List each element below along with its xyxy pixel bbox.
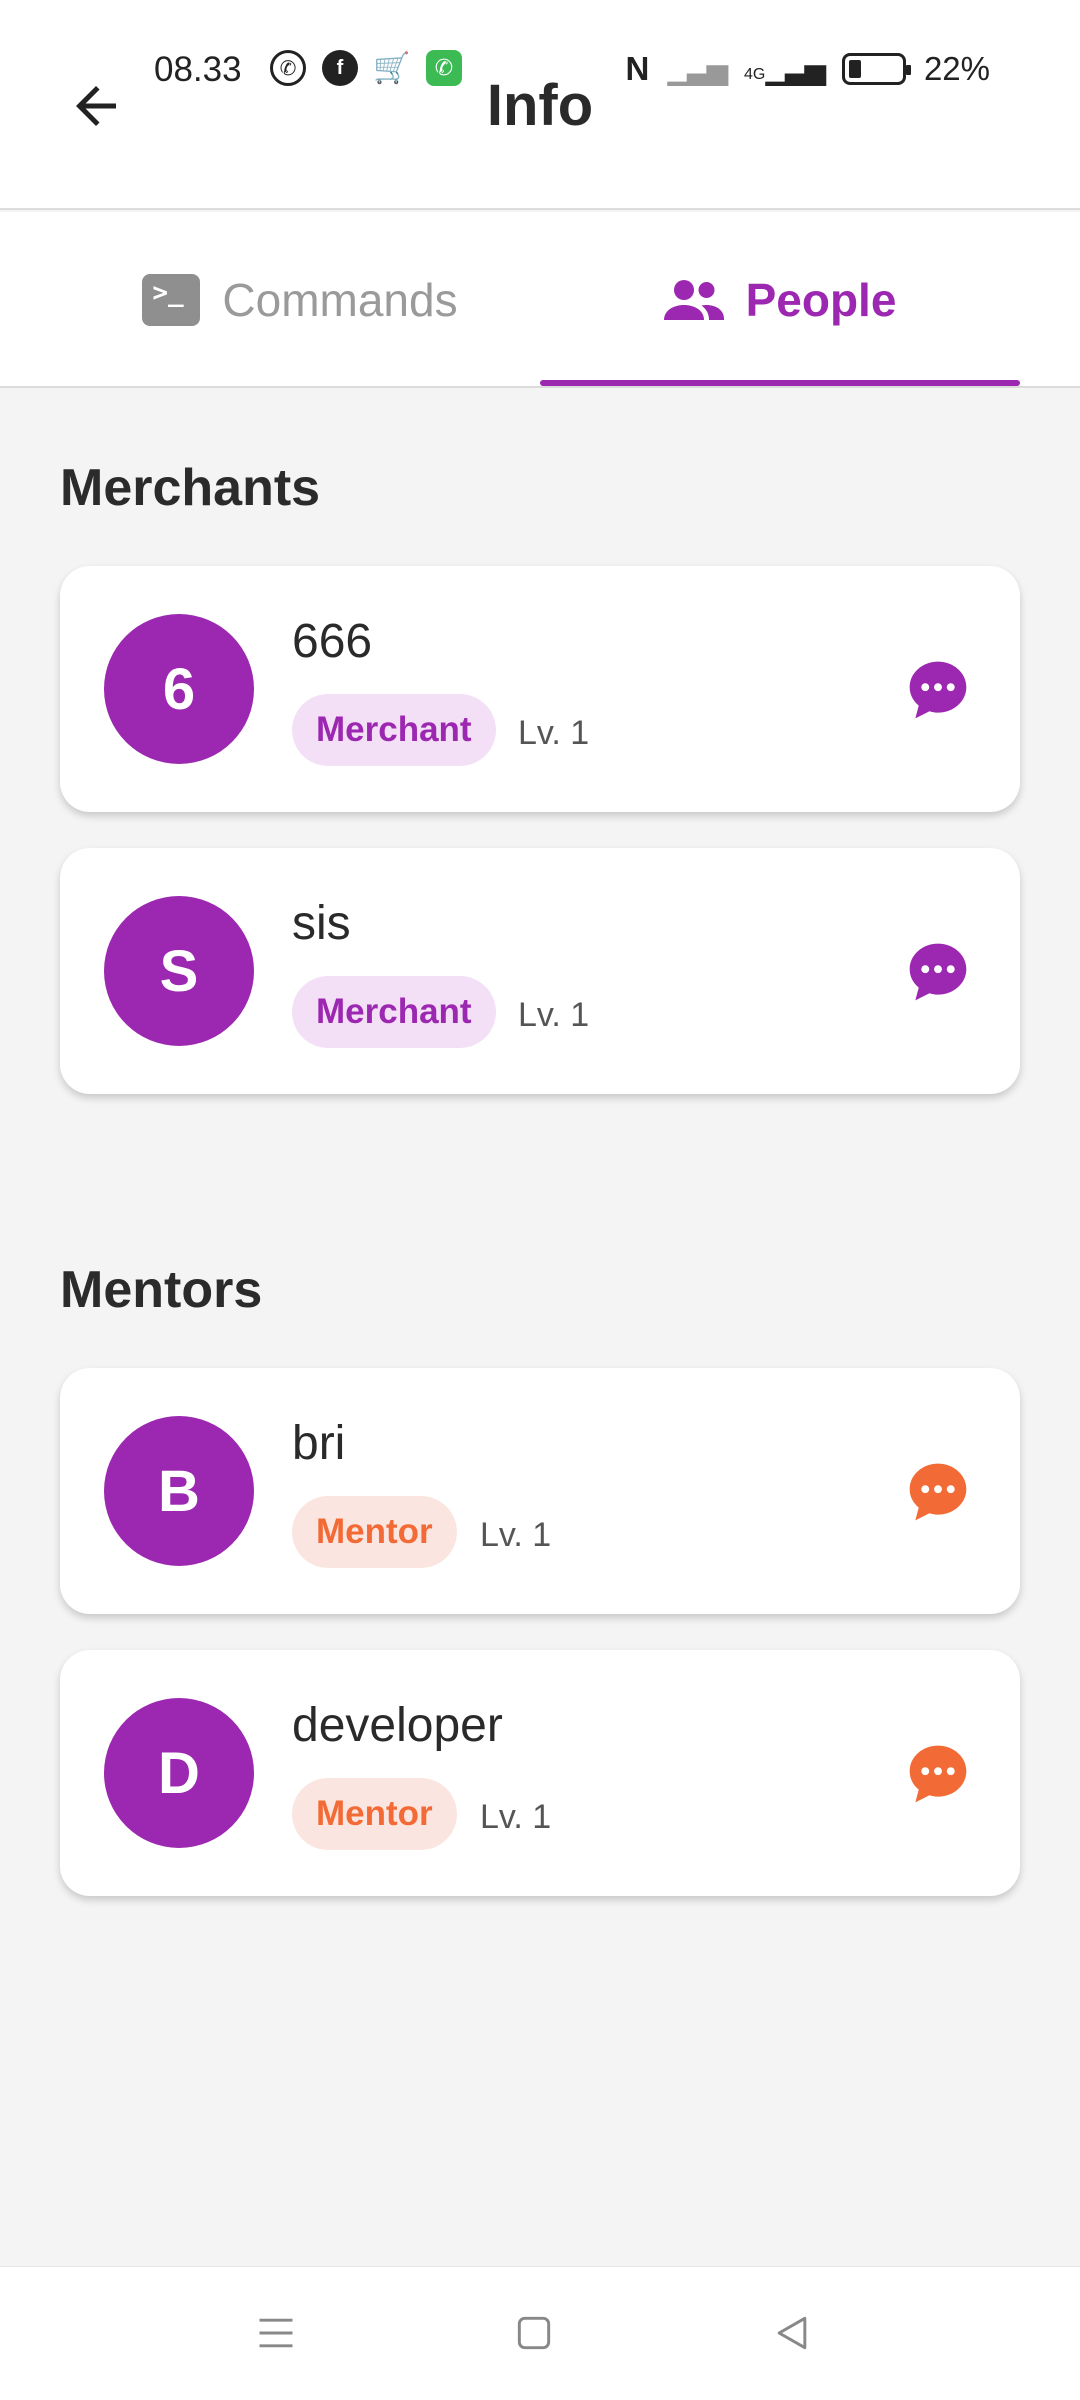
section-title-mentors: Mentors	[60, 1261, 263, 1319]
person-name: sis	[292, 897, 351, 950]
chat-bubble-icon[interactable]	[904, 938, 972, 1006]
tab-commands[interactable]: >_ Commands	[60, 212, 540, 388]
chat-bubble-icon[interactable]	[904, 1740, 972, 1808]
person-name: 666	[292, 615, 373, 668]
avatar: S	[104, 896, 254, 1046]
person-card[interactable]: S sis Merchant Lv. 1	[60, 848, 1020, 1094]
role-badge: Mentor	[292, 1778, 457, 1850]
level-label: Lv. 1	[480, 1798, 552, 1836]
role-badge: Merchant	[292, 694, 496, 766]
person-name: developer	[292, 1699, 503, 1752]
menu-icon	[259, 2318, 293, 2348]
avatar: B	[104, 1416, 254, 1566]
tab-bar: >_ Commands People	[0, 212, 1080, 388]
avatar: 6	[104, 614, 254, 764]
people-icon	[663, 280, 724, 320]
person-card[interactable]: B bri Mentor Lv. 1	[60, 1368, 1020, 1614]
chat-bubble-icon[interactable]	[904, 656, 972, 724]
system-nav-bar	[0, 2266, 1080, 2400]
section-title-merchants: Merchants	[60, 459, 321, 517]
person-name: bri	[292, 1417, 346, 1470]
home-square-icon	[517, 2316, 551, 2350]
nav-back-button[interactable]	[762, 2303, 822, 2363]
tab-commands-label: Commands	[222, 274, 458, 326]
person-card[interactable]: D developer Mentor Lv. 1	[60, 1650, 1020, 1896]
page-title: Info	[486, 73, 594, 138]
avatar: D	[104, 1698, 254, 1848]
tab-people-label: People	[745, 274, 897, 326]
role-badge: Merchant	[292, 976, 496, 1048]
nav-home-button[interactable]	[504, 2303, 564, 2363]
level-label: Lv. 1	[480, 1516, 552, 1554]
level-label: Lv. 1	[518, 714, 590, 752]
person-card[interactable]: 6 666 Merchant Lv. 1	[60, 566, 1020, 812]
tab-people[interactable]: People	[540, 212, 1020, 388]
nav-menu-button[interactable]	[246, 2303, 306, 2363]
role-badge: Mentor	[292, 1496, 457, 1568]
level-label: Lv. 1	[518, 996, 590, 1034]
chat-bubble-icon[interactable]	[904, 1458, 972, 1526]
triangle-back-icon	[777, 2316, 807, 2350]
active-tab-indicator	[540, 380, 1020, 386]
terminal-icon: >_	[142, 274, 201, 326]
app-header: 08.33 ✆ f 🛒 ✆ N ▁▃▅ 4G▁▃▅ 22% Info	[0, 0, 1080, 210]
